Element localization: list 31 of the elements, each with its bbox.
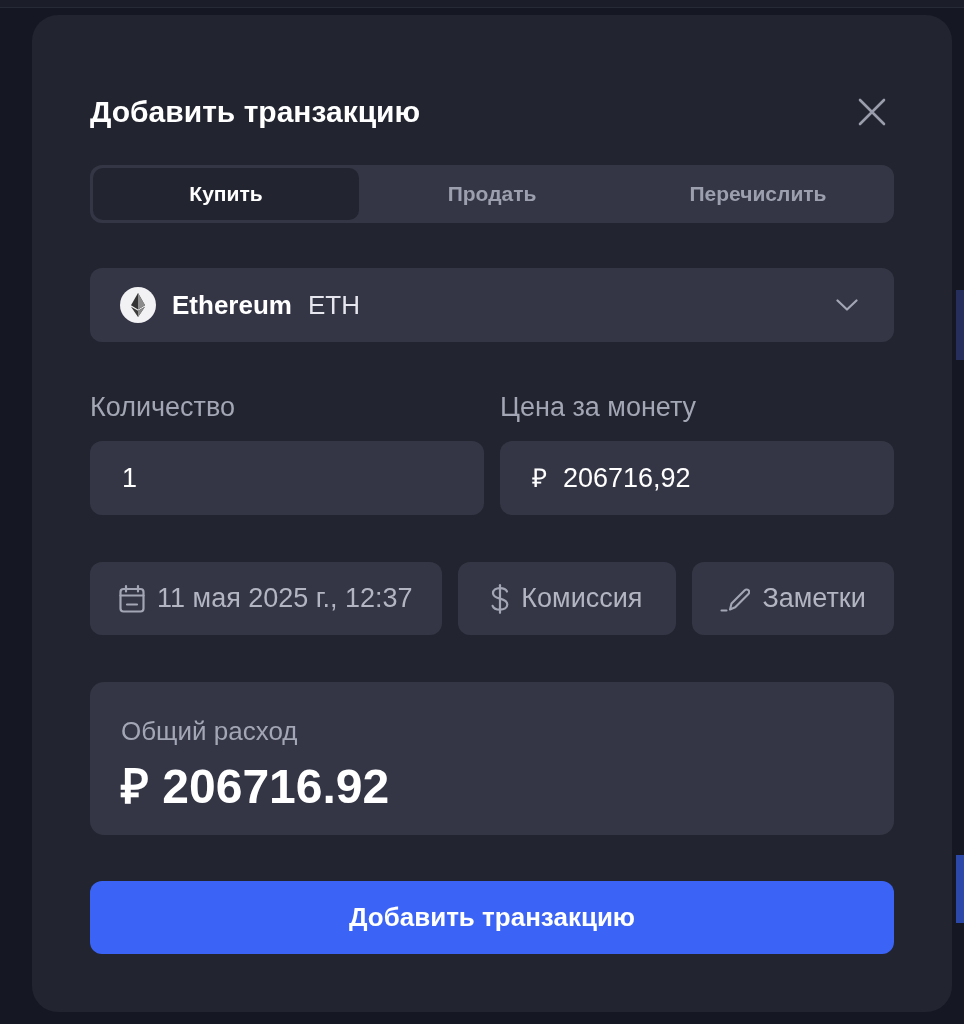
background-panel	[956, 290, 964, 360]
chevron-down-icon	[836, 299, 858, 311]
submit-button[interactable]: Добавить транзакцию	[90, 881, 894, 954]
field-value: 1	[122, 461, 138, 495]
tab[interactable]: Продать	[359, 168, 625, 220]
close-icon[interactable]	[858, 98, 886, 126]
asset-symbol: ETH	[307, 288, 360, 322]
asset-select[interactable]: Ethereum ETH	[90, 268, 894, 342]
currency-symbol: ₽	[532, 461, 547, 495]
background-bar	[956, 855, 964, 923]
date-button[interactable]: 11 мая 2025 г., 12:37	[90, 562, 442, 635]
field-value: 206716,92	[563, 461, 691, 495]
dialog-title: Добавить транзакцию	[90, 94, 421, 130]
button-label: Заметки	[762, 582, 866, 616]
price-field[interactable]: ₽ 206716,92	[500, 441, 894, 515]
dollar-icon	[491, 583, 510, 614]
button-label: 11 мая 2025 г., 12:37	[157, 582, 413, 616]
total-value: ₽ 206716.92	[121, 759, 390, 815]
ethereum-logo-icon	[120, 287, 156, 323]
fee-button[interactable]: Комиссия	[457, 562, 677, 635]
pencil-icon	[720, 585, 751, 612]
field-label: Количество	[90, 391, 236, 424]
button-label: Комиссия	[521, 582, 643, 616]
tab[interactable]: Купить	[93, 168, 359, 220]
field-label: Цена за монету	[500, 391, 698, 424]
calendar-icon	[119, 584, 146, 613]
quantity-field[interactable]: 1	[90, 441, 484, 515]
tab[interactable]: Перечислить	[625, 168, 891, 220]
asset-name: Ethereum	[172, 288, 292, 322]
total-label: Общий расход	[121, 715, 298, 748]
notes-button[interactable]: Заметки	[692, 562, 894, 635]
